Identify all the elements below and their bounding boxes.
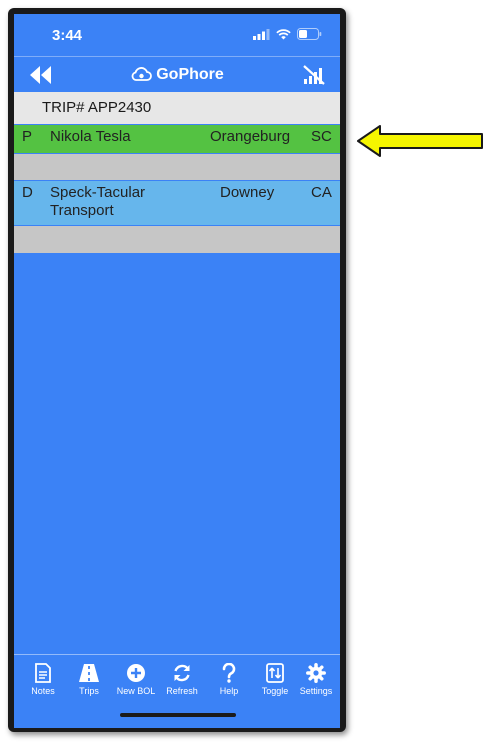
tab-toggle[interactable]: Toggle: [252, 663, 298, 696]
tab-label: Toggle: [261, 686, 289, 696]
wifi-icon: [276, 28, 291, 39]
tab-label: Settings: [299, 686, 333, 696]
stop-row-pickup[interactable]: P Nikola Tesla Orangeburg SC: [14, 125, 340, 153]
status-time: 3:44: [52, 27, 83, 44]
stop-type: P: [22, 128, 33, 145]
plus-circle-icon: [127, 664, 145, 682]
left-arrow-annotation-icon: [357, 125, 483, 157]
cellular-signal-icon: [253, 28, 270, 40]
tab-label: Refresh: [166, 686, 198, 696]
home-indicator: [120, 713, 236, 717]
refresh-icon: [174, 664, 190, 682]
status-icons: [253, 28, 322, 40]
signal-off-icon[interactable]: [302, 64, 326, 86]
stop-name: Nikola Tesla: [50, 128, 131, 145]
row-divider: [14, 226, 340, 253]
tab-help[interactable]: Help: [206, 663, 252, 696]
battery-icon: [297, 28, 322, 40]
tab-label: Notes: [31, 686, 55, 696]
stop-city: Orangeburg: [210, 128, 291, 145]
tab-new-bol[interactable]: New BOL: [113, 663, 159, 696]
road-icon: [79, 664, 99, 682]
tab-settings[interactable]: Settings: [293, 663, 339, 696]
tab-trips[interactable]: Trips: [66, 663, 112, 696]
stop-state: CA: [311, 184, 332, 201]
toggle-icon: [266, 663, 284, 683]
tab-notes[interactable]: Notes: [20, 663, 66, 696]
tab-label: New BOL: [116, 686, 156, 696]
trip-number: TRIP# APP2430: [42, 99, 152, 116]
stop-type: D: [22, 184, 33, 201]
stop-row-delivery[interactable]: D Speck-Tacular Transport Downey CA: [14, 181, 340, 225]
tab-label: Help: [219, 686, 239, 696]
cloud-logo-icon: [131, 67, 153, 81]
app-screen: 3:44 GoPhore TRIP# APP2430 P Nikola Tesl…: [14, 14, 340, 728]
brand-name: GoPhore: [156, 66, 224, 83]
tab-refresh[interactable]: Refresh: [159, 663, 205, 696]
gear-icon: [306, 663, 326, 683]
nav-bar: GoPhore: [14, 56, 340, 93]
stop-state: SC: [311, 128, 332, 145]
stop-city: Downey: [220, 184, 275, 201]
status-bar: 3:44: [14, 14, 340, 56]
question-icon: [222, 663, 236, 683]
stop-name: Speck-Tacular Transport: [50, 184, 146, 219]
trip-header: TRIP# APP2430: [14, 92, 340, 124]
brand-logo: GoPhore: [14, 65, 340, 84]
tab-label: Trips: [79, 686, 99, 696]
row-divider: [14, 154, 340, 180]
notes-icon: [35, 663, 51, 683]
